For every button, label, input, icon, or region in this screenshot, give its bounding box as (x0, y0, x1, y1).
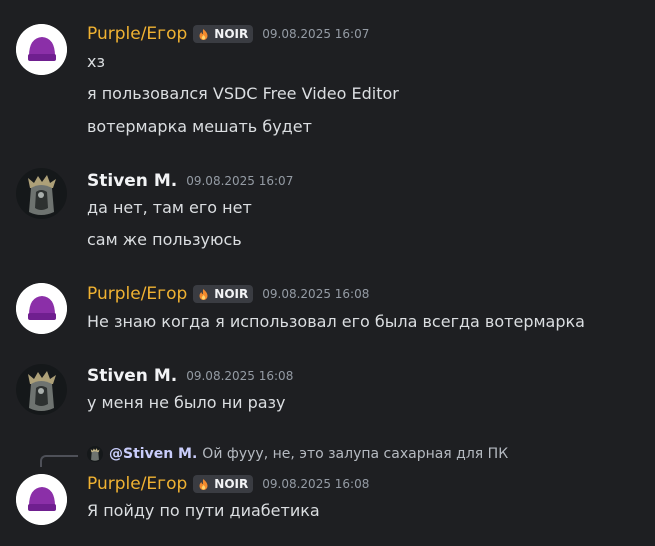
timestamp[interactable]: 09.08.2025 16:08 (186, 369, 293, 383)
avatar[interactable] (16, 168, 67, 219)
message-text: у меня не было ни разу (87, 393, 286, 412)
beanie-icon (16, 283, 67, 334)
status-badge[interactable]: NOIR (193, 285, 254, 303)
avatar[interactable] (16, 24, 67, 75)
reply-spine (40, 455, 78, 467)
reply-text[interactable]: Ой фууу, не, это залупа сахарная для ПК (202, 446, 508, 462)
status-badge[interactable]: NOIR (193, 475, 254, 493)
dark-figure-icon (87, 446, 103, 462)
avatar[interactable] (16, 283, 67, 334)
badge-label: NOIR (214, 477, 249, 491)
username[interactable]: Purple/Егор (87, 24, 187, 44)
message-header: Purple/Егор NOIR 09.08.2025 16:08 (87, 283, 369, 305)
message-header: Purple/Егор NOIR 09.08.2025 16:07 (87, 23, 369, 45)
username[interactable]: Purple/Егор (87, 474, 187, 494)
badge-label: NOIR (214, 27, 249, 41)
avatar[interactable] (16, 364, 67, 415)
username[interactable]: Stiven M. (87, 366, 177, 386)
message-text: сам же пользуюсь (87, 230, 242, 249)
status-badge[interactable]: NOIR (193, 25, 254, 43)
beanie-icon (16, 474, 67, 525)
timestamp[interactable]: 09.08.2025 16:08 (262, 287, 369, 301)
reply-preview[interactable]: @Stiven M. Ой фууу, не, это залупа сахар… (87, 444, 508, 464)
message-header: Purple/Егор NOIR 09.08.2025 16:08 (87, 473, 369, 495)
timestamp[interactable]: 09.08.2025 16:07 (186, 174, 293, 188)
avatar[interactable] (16, 474, 67, 525)
message-text: да нет, там его нет (87, 198, 252, 217)
message-text: Не знаю когда я использовал его была все… (87, 312, 585, 331)
beanie-icon (16, 24, 67, 75)
timestamp[interactable]: 09.08.2025 16:07 (262, 27, 369, 41)
username[interactable]: Purple/Егор (87, 284, 187, 304)
dark-figure-icon (16, 364, 67, 415)
message-text: вотермарка мешать будет (87, 117, 312, 136)
dark-figure-icon (16, 168, 67, 219)
fire-icon (199, 478, 208, 490)
badge-label: NOIR (214, 287, 249, 301)
username[interactable]: Stiven M. (87, 171, 177, 191)
message-text: хз (87, 52, 105, 71)
reply-mention[interactable]: @Stiven M. (109, 446, 197, 462)
message-header: Stiven M. 09.08.2025 16:07 (87, 170, 293, 192)
timestamp[interactable]: 09.08.2025 16:08 (262, 477, 369, 491)
fire-icon (199, 288, 208, 300)
reply-avatar[interactable] (87, 446, 103, 462)
message-header: Stiven M. 09.08.2025 16:08 (87, 365, 293, 387)
message-text: я пользовался VSDC Free Video Editor (87, 84, 399, 103)
message-text: Я пойду по пути диабетика (87, 501, 320, 520)
fire-icon (199, 28, 208, 40)
